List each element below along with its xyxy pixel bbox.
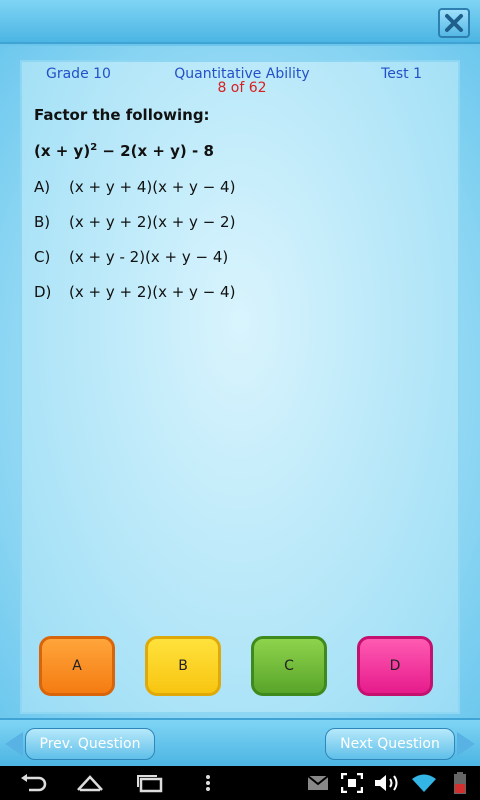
close-button[interactable]	[438, 8, 470, 38]
option-a: A) (x + y + 4)(x + y − 4)	[34, 178, 235, 196]
option-text: (x + y + 4)(x + y − 4)	[69, 178, 236, 196]
option-b: B) (x + y + 2)(x + y − 2)	[34, 213, 235, 231]
battery-icon	[450, 772, 470, 794]
option-c: C) (x + y - 2)(x + y − 4)	[34, 248, 228, 266]
option-letter: C)	[34, 248, 51, 266]
question-expression: (x + y)2 − 2(x + y) - 8	[34, 142, 214, 160]
option-letter: A)	[34, 178, 51, 196]
expression-base: (x + y)	[34, 142, 91, 160]
option-letter: B)	[34, 213, 51, 231]
wifi-icon	[410, 773, 438, 793]
option-d: D) (x + y + 2)(x + y − 4)	[34, 283, 235, 301]
prev-question-button[interactable]: Prev. Question	[25, 728, 155, 760]
close-icon	[445, 14, 463, 32]
question-counter: 8 of 62	[217, 80, 267, 96]
top-bar	[0, 0, 480, 44]
option-text: (x + y + 2)(x + y − 2)	[69, 213, 236, 231]
system-navigation-bar	[0, 766, 480, 800]
overflow-menu-icon[interactable]	[200, 773, 216, 793]
recents-icon[interactable]	[134, 773, 166, 793]
answer-d-button[interactable]: D	[357, 636, 433, 696]
question-navigation-bar: Prev. Question Next Question	[0, 718, 480, 766]
next-question-button[interactable]: Next Question	[325, 728, 455, 760]
answer-c-button[interactable]: C	[251, 636, 327, 696]
question-card: Grade 10 Quantitative Ability Test 1 8 o…	[20, 60, 460, 714]
screenshot-icon	[340, 773, 364, 793]
question-title: Factor the following:	[34, 106, 210, 124]
option-letter: D)	[34, 283, 52, 301]
option-text: (x + y + 2)(x + y − 4)	[69, 283, 236, 301]
answer-a-button[interactable]: A	[39, 636, 115, 696]
expression-rest: − 2(x + y) - 8	[97, 142, 214, 160]
arrow-right-icon[interactable]	[457, 732, 475, 756]
home-icon[interactable]	[74, 773, 106, 793]
option-text: (x + y - 2)(x + y − 4)	[69, 248, 229, 266]
volume-icon	[372, 773, 402, 793]
gmail-icon	[306, 773, 330, 793]
arrow-left-icon[interactable]	[5, 732, 23, 756]
back-icon[interactable]	[18, 773, 48, 793]
answer-b-button[interactable]: B	[145, 636, 221, 696]
